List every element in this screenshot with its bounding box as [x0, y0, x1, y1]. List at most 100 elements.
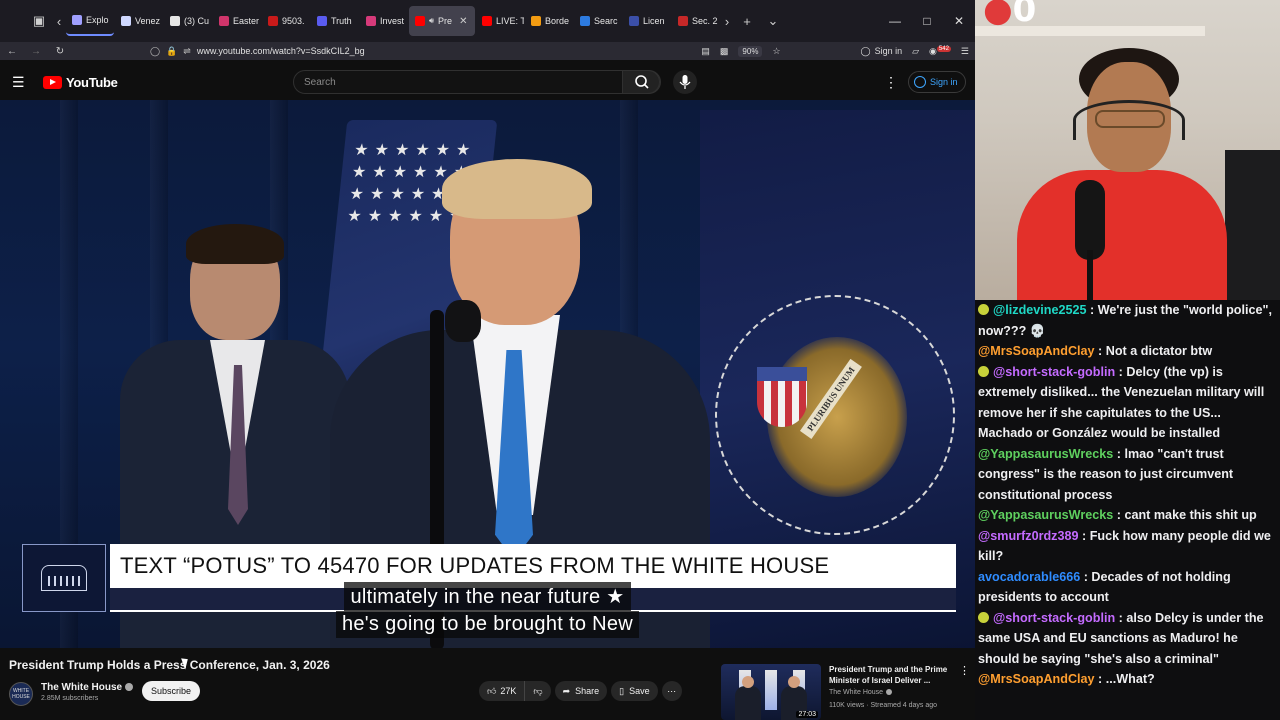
browser-tab[interactable]: Invest — [360, 6, 408, 36]
shield-icon[interactable]: ◯ — [150, 46, 160, 57]
chat-message: @short-stack-goblin : Delcy (the vp) is … — [978, 364, 1265, 440]
share-icon: ➦ — [562, 685, 571, 696]
browser-tab[interactable]: Sec. 2 — [672, 6, 720, 36]
guide-menu-icon[interactable]: ☰ — [12, 74, 28, 90]
like-button[interactable]: 👍︎ 27K — [479, 681, 526, 701]
video-title: President Trump Holds a Press Conference… — [9, 658, 330, 672]
chat-username[interactable]: @short-stack-goblin — [993, 365, 1115, 379]
tab-audio-icon[interactable]: 🔊︎ — [429, 16, 434, 26]
tab-strip: ▣ ‹ Explo Venez (3) Cu Easter 9503. Truth Inve… — [0, 0, 975, 42]
tab-label: Truth — [331, 16, 352, 26]
browser-tab[interactable]: LIVE: T — [476, 6, 524, 36]
search-input[interactable] — [304, 74, 614, 90]
settings-kebab-icon[interactable]: ⋮ — [884, 74, 898, 90]
reload-icon[interactable]: ↻ — [48, 46, 72, 57]
zoom-level[interactable]: 90% — [738, 45, 763, 57]
close-window-icon[interactable]: ✕ — [943, 0, 975, 42]
channel-avatar[interactable]: WHITE HOUSE — [9, 682, 33, 706]
chat-username[interactable]: @MrsSoapAndClay — [978, 344, 1095, 358]
youtube-logo-text: YouTube — [66, 75, 118, 90]
more-actions-button[interactable]: ⋯ — [661, 681, 682, 701]
chat-message: avocadorable666 : Decades of not holding… — [978, 569, 1231, 605]
more-icon: ⋯ — [667, 685, 677, 696]
tab-favicon-icon — [72, 15, 82, 25]
browser-tab[interactable]: Borde — [525, 6, 573, 36]
reader-view-icon[interactable]: ▤ — [701, 46, 710, 57]
browser-tab[interactable]: Venez — [115, 6, 163, 36]
chat-username[interactable]: @YappasaurusWrecks — [978, 508, 1113, 522]
recommended-menu-icon[interactable]: ⋮ — [959, 664, 970, 677]
account-icon[interactable]: ◯ — [861, 46, 871, 57]
share-button[interactable]: ➦ Share — [554, 681, 608, 701]
browser-signin[interactable]: Sign in — [875, 46, 903, 56]
browser-tab[interactable]: Truth — [311, 6, 359, 36]
browser-tab[interactable]: Licen — [623, 6, 671, 36]
tab-favicon-icon — [580, 16, 590, 26]
tab-scroll-left-icon[interactable]: ‹ — [52, 8, 66, 34]
browser-window: ▣ ‹ Explo Venez (3) Cu Easter 9503. Truth Inve… — [0, 0, 975, 720]
close-tab-icon[interactable]: ✕ — [459, 16, 467, 27]
channel-name[interactable]: The White House — [41, 682, 134, 693]
browser-tab[interactable]: (3) Cu — [164, 6, 212, 36]
browser-tab[interactable]: Easter — [213, 6, 261, 36]
url-bar[interactable]: ◯ 🔒 ⇌ www.youtube.com/watch?v=SsdkCIL2_b… — [150, 42, 365, 60]
streamer-webcam: ●0 — [975, 0, 1280, 300]
platform-badge-icon — [978, 304, 989, 315]
bookmark-star-icon[interactable]: ☆ — [772, 46, 780, 57]
mic-arm — [1087, 250, 1093, 300]
browser-tab[interactable]: Searc — [574, 6, 622, 36]
chat-username[interactable]: @lizdevine2525 — [993, 303, 1087, 317]
new-tab-icon[interactable]: + — [734, 8, 760, 34]
tab-favicon-icon — [415, 16, 425, 26]
url-text[interactable]: www.youtube.com/watch?v=SsdkCIL2_bg — [197, 46, 365, 56]
tab-label: 9503. — [282, 16, 305, 26]
forward-icon[interactable]: → — [24, 46, 48, 57]
chat-text: cant make this shit up — [1124, 508, 1257, 522]
verified-icon — [886, 689, 893, 696]
browser-tab[interactable]: Explo — [66, 6, 114, 36]
video-player[interactable]: ★★★★★★★★★★★★★★★★★★★★★★★★ PLURIBUS UNUM T… — [0, 100, 975, 648]
lock-icon[interactable]: 🔒 — [166, 46, 177, 57]
youtube-signin-button[interactable]: Sign in — [908, 71, 966, 93]
chat-username[interactable]: @MrsSoapAndClay — [978, 672, 1095, 686]
recommended-video[interactable]: 27:03 President Trump and the Prime Mini… — [721, 662, 975, 720]
extensions-icon[interactable]: ▱ — [912, 46, 919, 57]
thumbs-up-icon: 👍︎ — [487, 685, 497, 696]
subscribe-button[interactable]: Subscribe — [142, 681, 200, 701]
browser-tab[interactable]: 🔊︎ Pre ✕ — [409, 6, 475, 36]
chat-username[interactable]: @short-stack-goblin — [993, 611, 1115, 625]
chat-username[interactable]: @YappasaurusWrecks — [978, 447, 1113, 461]
save-button[interactable]: ▯ Save — [611, 681, 658, 701]
glasses-icon — [1095, 110, 1165, 128]
recommended-duration: 27:03 — [796, 711, 818, 718]
streamer-shirt — [1017, 170, 1227, 300]
voice-search-button[interactable] — [673, 70, 697, 94]
tab-overview-icon[interactable]: ▣ — [26, 8, 52, 34]
dislike-button[interactable]: 👎︎ — [525, 681, 550, 701]
account-avatar-icon — [914, 76, 926, 88]
chat-username[interactable]: avocadorable666 — [978, 570, 1080, 584]
permissions-icon[interactable]: ⇌ — [183, 46, 191, 57]
browser-tab[interactable]: 9503. — [262, 6, 310, 36]
microphone-icon — [679, 75, 691, 89]
screenshot-icon[interactable]: ▩ — [720, 46, 729, 57]
minimize-icon[interactable]: — — [879, 0, 911, 42]
app-menu-icon[interactable]: ☰ — [961, 46, 969, 57]
tab-label: Invest — [380, 16, 405, 26]
share-label: Share — [575, 686, 600, 696]
tab-list-menu-icon[interactable]: ⌄ — [760, 8, 786, 34]
youtube-logo[interactable]: YouTube — [43, 75, 118, 90]
back-icon[interactable]: ← — [0, 46, 24, 57]
maximize-icon[interactable]: □ — [911, 0, 943, 42]
recommended-title[interactable]: President Trump and the Prime Minister o… — [829, 664, 954, 686]
tab-favicon-icon — [268, 16, 278, 26]
tab-label: Explo — [86, 15, 109, 25]
addon-icon[interactable]: ◉ 542 — [929, 45, 951, 57]
tab-scroll-right-icon[interactable]: › — [720, 8, 734, 34]
nav-right-tools: ▤ ▩ 90% ☆ ◯ Sign in ▱ ◉ 542 ☰ — [701, 42, 969, 60]
tab-favicon-icon — [366, 16, 376, 26]
chat-username[interactable]: @smurfz0rdz389 — [978, 529, 1078, 543]
recommended-thumbnail[interactable]: 27:03 — [721, 664, 821, 720]
tab-favicon-icon — [121, 16, 131, 26]
search-button[interactable] — [622, 70, 660, 94]
